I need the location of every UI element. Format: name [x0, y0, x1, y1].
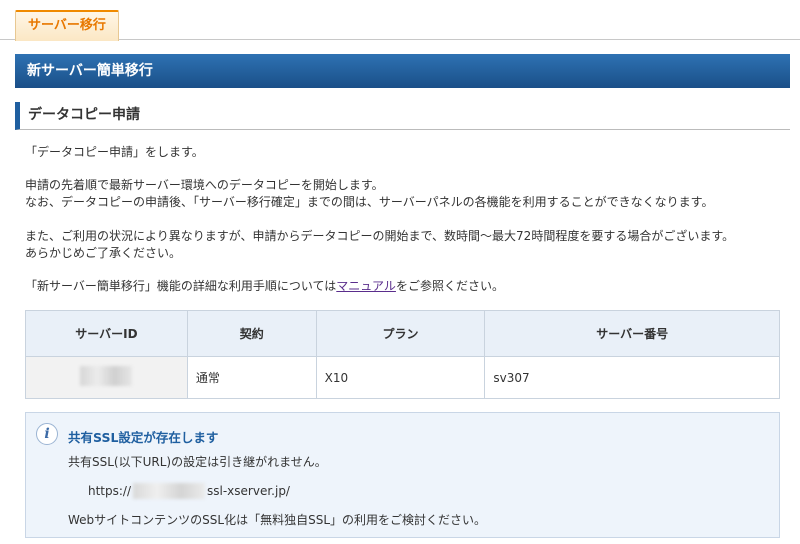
manual-link[interactable]: マニュアル: [336, 279, 396, 293]
cell-contract: 通常: [186, 356, 317, 399]
notice-title: 共有SSL設定が存在します: [68, 430, 219, 445]
cell-plan: X10: [315, 356, 486, 399]
section-title: データコピー申請: [15, 102, 790, 130]
timing-line-2: あらかじめご了承ください。: [25, 246, 182, 260]
cell-server-id: [25, 356, 188, 399]
header-server-number: サーバー番号: [484, 310, 780, 357]
url-suffix: ssl-xserver.jp/: [207, 484, 290, 498]
cell-server-number: sv307: [484, 356, 780, 399]
tab-bar: サーバー移行: [0, 0, 800, 41]
redacted-server-id: [80, 366, 133, 386]
description-line-1: 申請の先着順で最新サーバー環境へのデータコピーを開始します。: [25, 178, 384, 192]
notice-line-1: 共有SSL(以下URL)の設定は引き継がれません。: [68, 455, 327, 469]
manual-text-after: をご参照ください。: [395, 279, 504, 293]
description-line-2: なお、データコピーの申請後、「サーバー移行確定」までの間は、サーバーパネルの各機…: [25, 195, 714, 209]
info-icon: i: [36, 423, 58, 445]
header-server-id: サーバーID: [25, 310, 188, 357]
server-info-table: サーバーID 契約 プラン サーバー番号 通常 X10 sv307: [25, 310, 780, 399]
ssl-notice: i 共有SSL設定が存在します 共有SSL(以下URL)の設定は引き継がれません…: [25, 412, 780, 538]
manual-text-before: 「新サーバー簡単移行」機能の詳細な利用手順については: [25, 279, 337, 293]
tab-server-migration[interactable]: サーバー移行: [15, 10, 119, 41]
page-title: 新サーバー簡単移行: [15, 54, 790, 88]
header-contract: 契約: [186, 310, 317, 357]
url-prefix: https://: [88, 484, 132, 498]
intro-text: 「データコピー申請」をします。: [25, 145, 204, 159]
redacted-url-part: [133, 483, 206, 499]
manual-text: 「新サーバー簡単移行」機能の詳細な利用手順についてはマニュアルをご参照ください。: [25, 278, 504, 295]
notice-line-3: WebサイトコンテンツのSSL化は「無料独自SSL」の利用をご検討ください。: [68, 513, 487, 527]
table-row: 通常 X10 sv307: [25, 356, 780, 399]
timing-line-1: また、ご利用の状況により異なりますが、申請からデータコピーの開始まで、数時間～最…: [25, 229, 735, 243]
shared-ssl-url: https:// ssl-xserver.jp/: [88, 483, 290, 499]
table-header-row: サーバーID 契約 プラン サーバー番号: [25, 310, 780, 357]
header-plan: プラン: [315, 310, 486, 357]
